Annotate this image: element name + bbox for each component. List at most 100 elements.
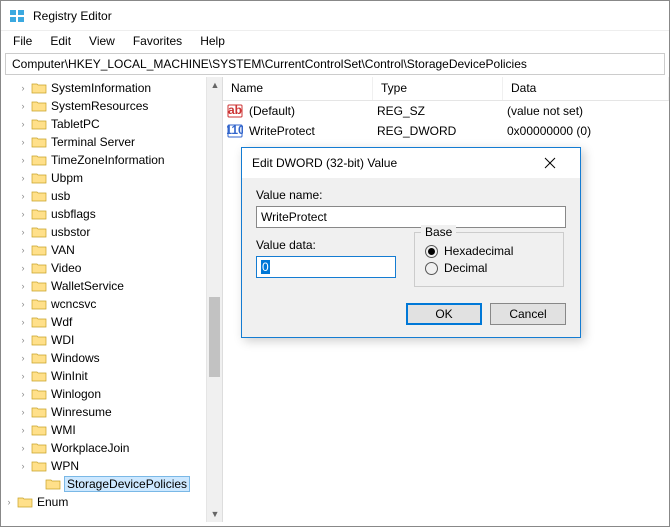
menu-help[interactable]: Help — [194, 32, 231, 50]
expand-toggle-icon[interactable]: › — [17, 298, 29, 310]
column-header-name[interactable]: Name — [223, 77, 373, 100]
value-name-label: Value name: — [256, 188, 566, 202]
radio-decimal[interactable]: Decimal — [425, 261, 553, 275]
tree-item[interactable]: › WDI — [3, 331, 222, 349]
tree-item[interactable]: › Winresume — [3, 403, 222, 421]
expand-toggle-icon[interactable]: › — [17, 334, 29, 346]
expand-toggle-icon[interactable]: › — [17, 352, 29, 364]
tree-item[interactable]: ›WPN — [3, 457, 222, 475]
expand-toggle-icon[interactable]: › — [17, 100, 29, 112]
tree-item[interactable]: ›Video — [3, 259, 222, 277]
tree-item[interactable]: ›Winlogon — [3, 385, 222, 403]
folder-icon — [31, 441, 47, 455]
tree-item-label: usbflags — [51, 207, 96, 221]
expand-toggle-icon[interactable]: › — [17, 244, 29, 256]
expand-toggle-icon[interactable]: › — [17, 118, 29, 130]
tree-item[interactable]: ›usbstor — [3, 223, 222, 241]
expand-toggle-icon[interactable]: › — [17, 460, 29, 472]
tree-item-label: Ubpm — [51, 171, 83, 185]
expand-toggle-icon[interactable]: › — [17, 172, 29, 184]
expand-toggle-icon[interactable]: › — [17, 154, 29, 166]
expand-toggle-icon[interactable]: › — [17, 280, 29, 292]
expand-toggle-icon[interactable]: › — [17, 136, 29, 148]
folder-icon — [45, 477, 61, 491]
ok-button[interactable]: OK — [406, 303, 482, 325]
tree-item-label: WinInit — [51, 369, 88, 383]
expand-toggle-icon[interactable]: › — [17, 82, 29, 94]
tree-item-label: WDI — [51, 333, 74, 347]
folder-icon — [31, 207, 47, 221]
string-value-icon: ab — [227, 103, 243, 119]
dialog-title: Edit DWORD (32-bit) Value — [252, 156, 530, 170]
tree-item-label: Enum — [37, 495, 68, 509]
expand-toggle-icon[interactable]: › — [17, 388, 29, 400]
tree-item[interactable]: StorageDevicePolicies — [3, 475, 222, 493]
expand-toggle-icon[interactable]: › — [17, 208, 29, 220]
folder-icon — [31, 351, 47, 365]
column-header-type[interactable]: Type — [373, 77, 503, 100]
value-name-input[interactable]: WriteProtect — [256, 206, 566, 228]
folder-icon — [31, 81, 47, 95]
dialog-title-bar[interactable]: Edit DWORD (32-bit) Value — [242, 148, 580, 178]
radio-hexadecimal[interactable]: Hexadecimal — [425, 244, 553, 258]
tree-scrollbar[interactable]: ▲ ▼ — [206, 77, 222, 522]
menu-file[interactable]: File — [7, 32, 38, 50]
list-row[interactable]: 110WriteProtectREG_DWORD0x00000000 (0) — [223, 121, 669, 141]
tree-item[interactable]: ›SystemResources — [3, 97, 222, 115]
folder-icon — [31, 99, 47, 113]
tree-item[interactable]: ›wcncsvc — [3, 295, 222, 313]
expand-toggle-icon[interactable]: › — [17, 190, 29, 202]
tree-item[interactable]: › WinInit — [3, 367, 222, 385]
address-bar[interactable]: Computer\HKEY_LOCAL_MACHINE\SYSTEM\Curre… — [5, 53, 665, 75]
tree-item-label: WorkplaceJoin — [51, 441, 129, 455]
tree-item[interactable]: ›WalletService — [3, 277, 222, 295]
scroll-up-button[interactable]: ▲ — [207, 77, 223, 93]
tree-item[interactable]: ›Windows — [3, 349, 222, 367]
folder-icon — [31, 243, 47, 257]
column-header-data[interactable]: Data — [503, 77, 669, 100]
tree-item[interactable]: › Ubpm — [3, 169, 222, 187]
tree-item[interactable]: ›usb — [3, 187, 222, 205]
expand-toggle-icon[interactable]: › — [17, 226, 29, 238]
window-title: Registry Editor — [33, 9, 112, 23]
dialog-close-button[interactable] — [530, 149, 570, 177]
value-data-input[interactable]: 0 — [256, 256, 396, 278]
tree-item[interactable]: ›Wdf — [3, 313, 222, 331]
tree-item[interactable]: › TimeZoneInformation — [3, 151, 222, 169]
tree-item[interactable]: › WMI — [3, 421, 222, 439]
tree-item-label: Winresume — [51, 405, 112, 419]
expand-toggle-icon[interactable]: › — [17, 424, 29, 436]
radio-label-hex: Hexadecimal — [444, 244, 513, 258]
list-row[interactable]: ab(Default)REG_SZ(value not set) — [223, 101, 669, 121]
folder-icon — [31, 225, 47, 239]
tree-item[interactable]: ›TabletPC — [3, 115, 222, 133]
tree-item[interactable]: › Enum — [3, 493, 222, 511]
cancel-button[interactable]: Cancel — [490, 303, 566, 325]
folder-icon — [31, 171, 47, 185]
expand-toggle-icon[interactable]: › — [17, 370, 29, 382]
edit-dword-dialog: Edit DWORD (32-bit) Value Value name: Wr… — [241, 147, 581, 338]
menu-edit[interactable]: Edit — [44, 32, 77, 50]
tree-item[interactable]: ›SystemInformation — [3, 79, 222, 97]
expand-toggle-icon[interactable]: › — [17, 442, 29, 454]
expand-toggle-icon[interactable]: › — [3, 496, 15, 508]
expand-toggle-icon[interactable]: › — [17, 406, 29, 418]
tree-item[interactable]: ›VAN — [3, 241, 222, 259]
tree-item-label: WMI — [51, 423, 76, 437]
tree-item[interactable]: ›Terminal Server — [3, 133, 222, 151]
menu-favorites[interactable]: Favorites — [127, 32, 188, 50]
cell-type: REG_DWORD — [373, 124, 503, 138]
expand-toggle-icon[interactable]: › — [17, 262, 29, 274]
radio-label-dec: Decimal — [444, 261, 487, 275]
scroll-thumb[interactable] — [209, 297, 220, 377]
folder-icon — [31, 297, 47, 311]
menu-view[interactable]: View — [83, 32, 121, 50]
tree-item-label: TimeZoneInformation — [51, 153, 165, 167]
registry-tree[interactable]: ›SystemInformation›SystemResources›Table… — [1, 79, 222, 511]
scroll-down-button[interactable]: ▼ — [207, 506, 223, 522]
expand-toggle-icon[interactable] — [31, 478, 43, 490]
folder-icon — [31, 117, 47, 131]
tree-item[interactable]: › WorkplaceJoin — [3, 439, 222, 457]
expand-toggle-icon[interactable]: › — [17, 316, 29, 328]
tree-item[interactable]: › usbflags — [3, 205, 222, 223]
